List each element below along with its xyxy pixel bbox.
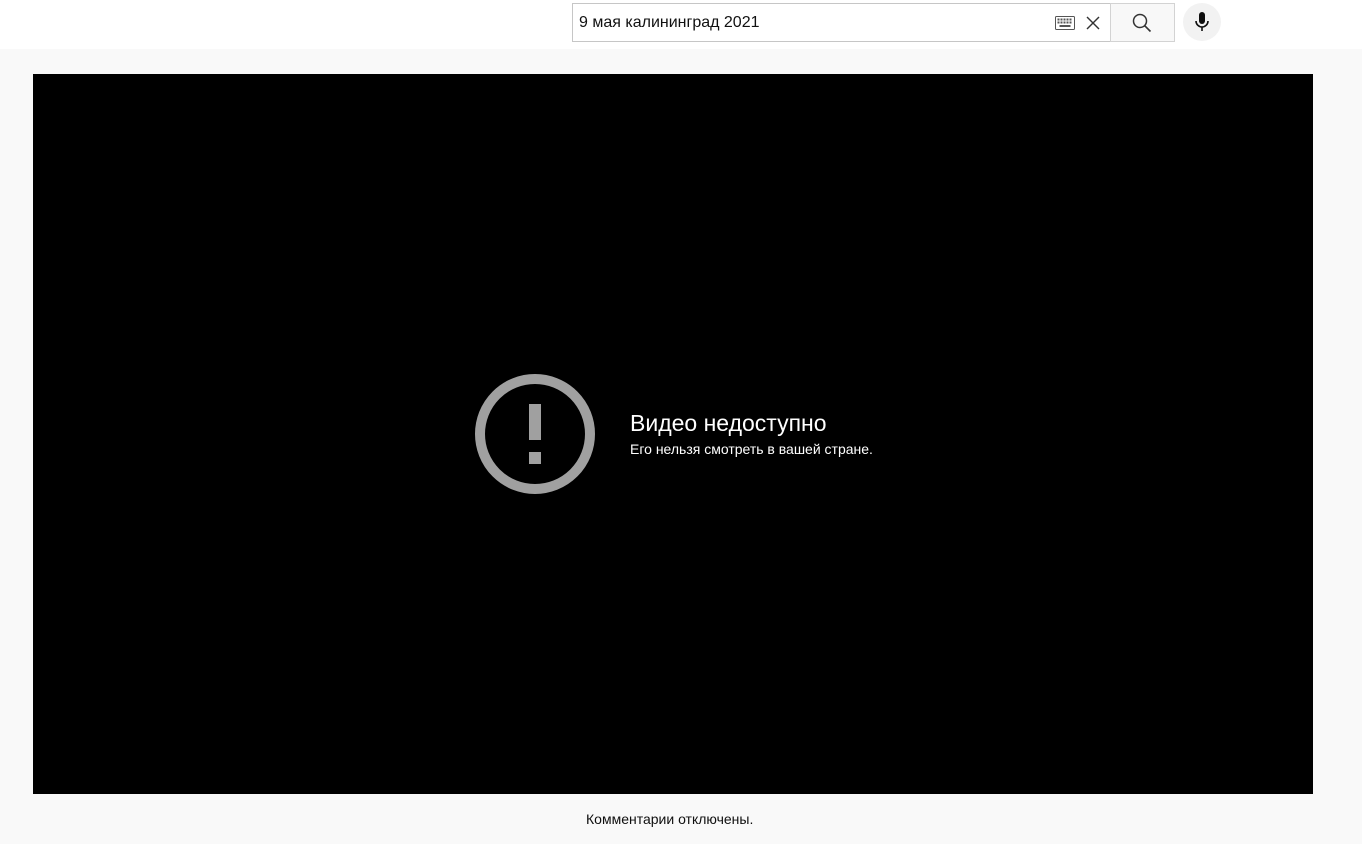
search-box[interactable] xyxy=(572,3,1111,42)
search-button[interactable] xyxy=(1110,3,1175,42)
search-input[interactable] xyxy=(579,4,1039,41)
comments-disabled-text: Комментарии отключены. xyxy=(586,811,754,827)
error-message: Его нельзя смотреть в вашей стране. xyxy=(630,441,873,457)
video-player[interactable]: Видео недоступно Его нельзя смотреть в в… xyxy=(33,74,1313,794)
top-bar xyxy=(0,0,1362,49)
error-title: Видео недоступно xyxy=(630,410,827,436)
close-icon[interactable] xyxy=(1083,13,1103,33)
keyboard-icon[interactable] xyxy=(1055,16,1075,30)
search-icon xyxy=(1132,13,1152,33)
exclamation-circle-icon xyxy=(475,374,595,494)
microphone-icon xyxy=(1195,12,1209,31)
voice-search-button[interactable] xyxy=(1183,3,1221,41)
